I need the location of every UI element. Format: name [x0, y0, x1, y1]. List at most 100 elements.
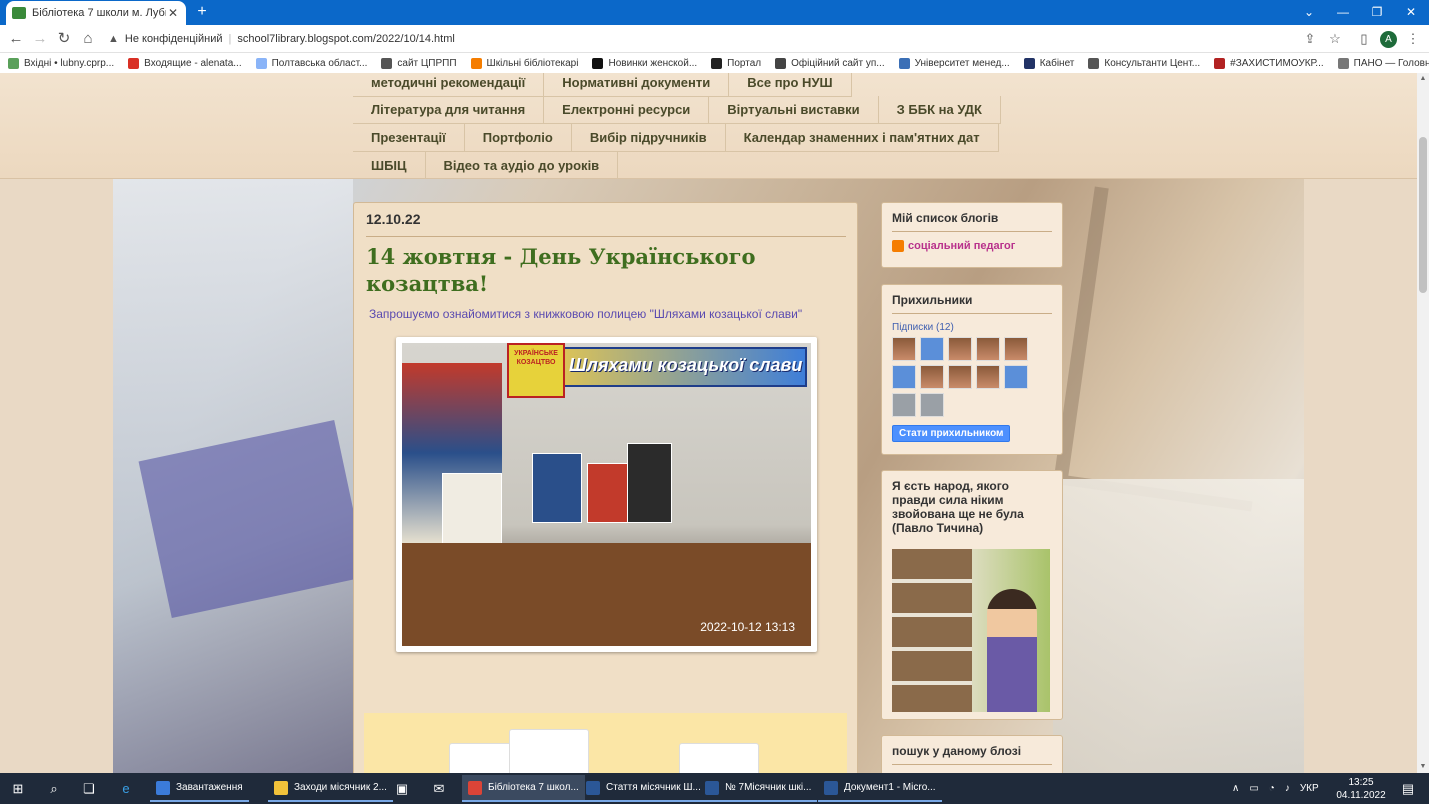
taskbar-app-button[interactable]: Стаття місячник Ш... [580, 775, 707, 802]
scrollbar-thumb[interactable] [1419, 137, 1427, 293]
url-text[interactable]: school7library.blogspot.com/2022/10/14.h… [237, 33, 454, 45]
nav-menu-item[interactable]: Презентації [353, 124, 465, 151]
nav-menu-item[interactable]: Відео та аудіо до уроків [426, 152, 619, 180]
bookmark-label[interactable]: Університет менед... [915, 58, 1010, 69]
follower-avatar[interactable] [948, 337, 972, 361]
bookmark-item[interactable]: Шкільні бібліотекарі [470, 57, 579, 69]
close-window-button[interactable]: ✕ [1394, 0, 1428, 25]
post-photo[interactable]: Шляхами козацької слави УКРАЇНСЬКЕ КОЗАЦ… [396, 337, 817, 652]
taskbar-app-button[interactable]: Завантаження [150, 775, 249, 802]
blog-list-item[interactable]: соціальний педагог [892, 240, 1052, 252]
nav-menu-item[interactable]: Віртуальні виставки [709, 96, 879, 123]
minimize-window-button[interactable]: — [1326, 0, 1360, 25]
scroll-down-arrow-icon[interactable]: ▼ [1417, 761, 1429, 773]
system-clock[interactable]: 13:25 04.11.2022 [1336, 776, 1386, 802]
omnibox[interactable]: ▲ Не конфіденційний | school7library.blo… [104, 28, 1354, 50]
close-tab-icon[interactable]: ✕ [166, 6, 180, 20]
bookmark-item[interactable]: Вхідні • lubny.cprp... [8, 57, 114, 69]
follower-avatar[interactable] [976, 337, 1000, 361]
restore-window-button[interactable]: ❐ [1360, 0, 1394, 25]
bookmark-item[interactable]: Університет менед... [898, 57, 1010, 69]
scroll-up-arrow-icon[interactable]: ▲ [1417, 73, 1429, 85]
bookmark-item[interactable]: Офіційний сайт уп... [775, 57, 885, 69]
bookmark-item[interactable]: Кабінет [1023, 57, 1075, 69]
nav-menu-item[interactable]: Література для читання [353, 96, 545, 123]
bookmark-label[interactable]: #ЗАХИСТИМОУКР... [1230, 58, 1324, 69]
bookmark-label[interactable]: Входящие - alenata... [144, 58, 241, 69]
bookmark-star-icon[interactable]: ☆ [1325, 29, 1345, 49]
warning-icon[interactable]: ▲ [108, 33, 119, 45]
follow-button[interactable]: Стати прихильником [892, 425, 1011, 442]
embed-card[interactable] [679, 743, 759, 773]
follower-avatar[interactable] [1004, 365, 1028, 389]
nav-menu-item[interactable]: Календар знаменних і пам'ятних дат [726, 124, 999, 151]
bookmark-item[interactable]: Входящие - alenata... [128, 57, 242, 69]
follower-avatar[interactable] [920, 393, 944, 417]
bookmark-label[interactable]: Офіційний сайт уп... [791, 58, 885, 69]
follower-avatar[interactable] [920, 365, 944, 389]
side-panel-icon[interactable]: ▯ [1354, 29, 1374, 49]
task-view-icon[interactable]: ❏ [79, 779, 99, 799]
forward-button[interactable]: → [30, 29, 50, 49]
subscriptions-count[interactable]: Підписки (12) [892, 322, 1052, 333]
bookmark-label[interactable]: Полтавська област... [272, 58, 368, 69]
notifications-icon[interactable]: ▤ [1398, 779, 1418, 799]
bookmark-item[interactable]: сайт ЦПРПП [381, 57, 457, 69]
back-button[interactable]: ← [6, 29, 26, 49]
embed-card[interactable] [509, 729, 589, 773]
store-icon[interactable]: ▣ [392, 779, 412, 799]
bookmark-item[interactable]: Портал [711, 57, 761, 69]
bookmark-label[interactable]: Портал [727, 58, 761, 69]
page-scrollbar[interactable]: ▲ ▼ [1417, 73, 1429, 773]
search-icon[interactable]: ⌕ [44, 779, 64, 799]
nav-menu-item[interactable]: З ББК на УДК [879, 96, 1001, 123]
bookmark-label[interactable]: Консультанти Цент... [1104, 58, 1200, 69]
follower-avatar[interactable] [920, 337, 944, 361]
follower-avatar[interactable] [976, 365, 1000, 389]
follower-avatar[interactable] [1004, 337, 1028, 361]
nav-menu-item[interactable]: Нормативні документи [544, 73, 730, 96]
blog-list-item-label[interactable]: соціальний педагог [908, 240, 1015, 252]
reload-button[interactable]: ↻ [54, 29, 74, 49]
taskbar-app-button[interactable]: Бібліотека 7 школ... [462, 775, 585, 802]
nav-menu-item[interactable]: Електронні ресурси [544, 96, 710, 123]
new-tab-button[interactable]: + [193, 3, 211, 21]
bookmark-item[interactable]: ПАНО — Головна [1337, 57, 1429, 69]
follower-avatar[interactable] [892, 365, 916, 389]
follower-avatar[interactable] [892, 393, 916, 417]
nav-menu-item[interactable]: ШБІЦ [353, 152, 426, 180]
home-button[interactable]: ⌂ [78, 29, 98, 49]
network-icon[interactable]: ◔ [1269, 783, 1275, 794]
profile-avatar[interactable]: A [1380, 31, 1397, 48]
security-label[interactable]: Не конфіденційний [125, 33, 223, 45]
edge-browser-icon[interactable]: e [116, 779, 136, 799]
menu-kebab-icon[interactable]: ⋮ [1403, 29, 1423, 49]
keyboard-language[interactable]: УКР [1300, 783, 1319, 794]
volume-icon[interactable]: ♪ [1285, 783, 1290, 794]
bookmark-item[interactable]: Полтавська област... [255, 57, 368, 69]
bookmark-label[interactable]: сайт ЦПРПП [397, 58, 456, 69]
follower-avatar[interactable] [948, 365, 972, 389]
browser-tab[interactable]: Бібліотека 7 школи м. Лубни: 14 ✕ [6, 1, 186, 25]
nav-menu-item[interactable]: Портфоліо [465, 124, 572, 151]
embedded-padlet[interactable] [364, 713, 847, 773]
bookmark-item[interactable]: #ЗАХИСТИМОУКР... [1214, 57, 1324, 69]
taskbar-app-button[interactable]: № 7Місячник шкі... [699, 775, 818, 802]
follower-avatar[interactable] [892, 337, 916, 361]
tray-chevron-icon[interactable]: ∧ [1232, 783, 1239, 794]
tab-search-chevron-icon[interactable]: ⌄ [1292, 0, 1326, 25]
windows-start-icon[interactable]: ⊞ [8, 779, 28, 799]
share-icon[interactable]: ⇪ [1300, 29, 1320, 49]
bookmark-label[interactable]: Кабінет [1040, 58, 1075, 69]
bookmark-item[interactable]: Консультанти Цент... [1088, 57, 1200, 69]
post-title[interactable]: 14 жовтня - День Українського козацтва! [366, 243, 846, 297]
taskbar-app-button[interactable]: Документ1 - Micro... [818, 775, 942, 802]
nav-menu-item[interactable]: Вибір підручників [572, 124, 726, 151]
mail-icon[interactable]: ✉ [429, 779, 449, 799]
bookmark-item[interactable]: Новинки женской... [592, 57, 697, 69]
bookmark-label[interactable]: Вхідні • lubny.cprp... [24, 58, 114, 69]
bookmark-label[interactable]: Новинки женской... [608, 58, 697, 69]
bookmark-label[interactable]: ПАНО — Головна [1354, 58, 1429, 69]
bookmark-label[interactable]: Шкільні бібліотекарі [487, 58, 579, 69]
nav-menu-item[interactable]: Все про НУШ [729, 73, 852, 96]
